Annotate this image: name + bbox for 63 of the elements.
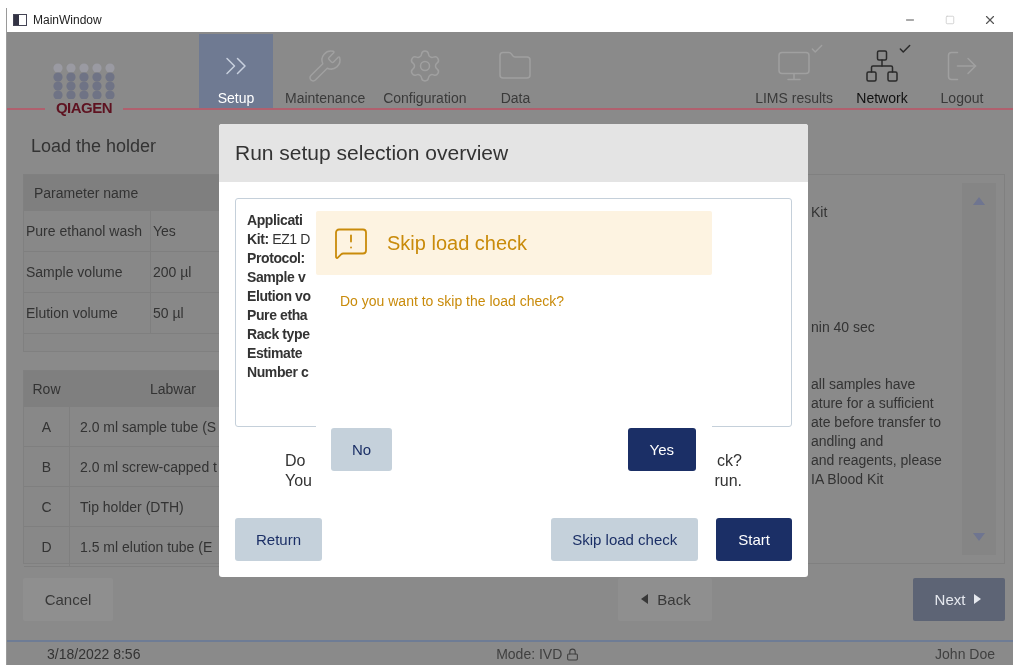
yes-button[interactable]: Yes (627, 428, 696, 471)
date-time: 3/18/2022 8:56 (47, 646, 141, 662)
details-text: Kit (811, 203, 828, 222)
summary-line: Kit: EZ1 D (247, 230, 310, 249)
details-text: all samples have (811, 375, 917, 394)
no-button[interactable]: No (331, 428, 393, 471)
table-cell: Elution volume (24, 293, 151, 333)
details-text: andling and (811, 432, 885, 451)
mode-text: Mode: IVD (496, 646, 563, 662)
close-icon[interactable] (983, 13, 997, 27)
table-cell-text: Tip holder (DTH) (79, 497, 184, 517)
summary-line: Sample v (247, 268, 306, 287)
details-text: nin 40 sec (811, 318, 875, 337)
nav-tab[interactable]: Network (845, 34, 919, 108)
details-text: ature for a sufficient (811, 394, 935, 413)
table-cell: C (24, 487, 70, 526)
back-button[interactable]: Back (618, 577, 712, 621)
details-text: ate before transfer to (811, 413, 942, 432)
summary-line: Pure etha (247, 306, 308, 325)
table-cell-text: 2.0 ml sample tube (S (79, 417, 217, 437)
maximize-icon[interactable] (945, 15, 955, 25)
logo-text: QIAGEN (55, 99, 113, 116)
details-text: and reagents, please (811, 451, 942, 470)
app-icon (13, 14, 27, 26)
table-cell: Sample volume (24, 252, 151, 292)
column-header: Row (24, 371, 70, 407)
lock-icon (566, 647, 580, 661)
alert-title: Skip load check (387, 231, 528, 255)
column-header: Labwar (149, 380, 196, 399)
dialog-title: Run setup selection overview (219, 124, 808, 182)
user-name: John Doe (935, 646, 995, 662)
table-cell-text: 200 µl (152, 263, 192, 282)
table-cell-text: 50 µl (152, 304, 184, 323)
summary-line: Number c (247, 363, 309, 382)
cancel-button[interactable]: Cancel (23, 577, 113, 621)
question-text: Do (285, 451, 306, 471)
table-cell: A (24, 407, 70, 446)
scrollbar[interactable] (962, 183, 996, 555)
skip-button[interactable]: Skip load check (551, 518, 699, 561)
question-text: You (285, 471, 312, 491)
details-text: IA Blood Kit (811, 470, 885, 489)
table-cell: B (24, 447, 70, 486)
summary-line: Elution vo (247, 287, 311, 306)
summary-line: Estimate (247, 344, 303, 363)
next-button[interactable]: Next (913, 577, 1005, 621)
table-cell-text: 2.0 ml screw-capped t (79, 457, 217, 477)
question-text: ck? (717, 451, 742, 471)
table-cell: D (24, 527, 70, 566)
table-cell-text: 1.5 ml elution tube (E (79, 537, 213, 557)
summary-line: Protocol: (247, 249, 305, 268)
table-cell-text: Yes (152, 222, 176, 241)
nav-tab[interactable]: Setup (199, 34, 273, 108)
logo-dots-icon (52, 63, 116, 99)
column-header: Parameter name (33, 184, 140, 203)
summary-line: Rack type (247, 325, 310, 344)
return-button[interactable]: Return (235, 518, 323, 561)
network-icon (864, 48, 900, 84)
question-text: run. (714, 471, 742, 491)
table-cell: Pure ethanol wash (24, 211, 151, 251)
start-button[interactable]: Start (716, 518, 792, 561)
alert-message: Do you want to skip the load check? (339, 292, 566, 309)
summary-line: Applicati (247, 211, 303, 230)
window-title: MainWindow (33, 13, 103, 27)
